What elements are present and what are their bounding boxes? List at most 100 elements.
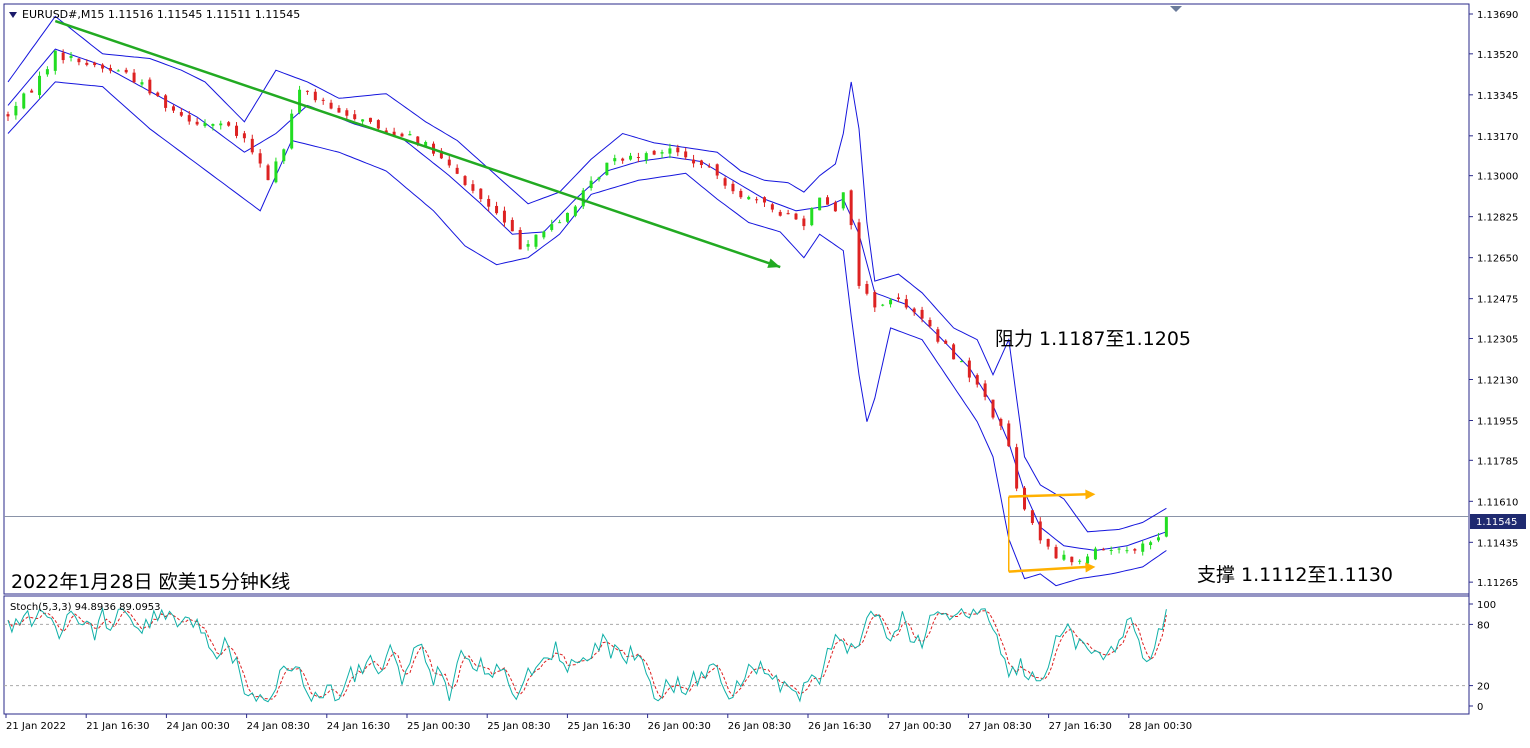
current-price-value: 1.11545 bbox=[1476, 517, 1517, 528]
candle-body bbox=[1125, 550, 1129, 552]
candle-body bbox=[731, 183, 735, 192]
candle-body bbox=[203, 122, 207, 127]
time-tick-label: 27 Jan 16:30 bbox=[1049, 721, 1112, 732]
candle-body bbox=[164, 95, 168, 108]
candle-body bbox=[361, 119, 365, 122]
candle-body bbox=[558, 222, 562, 224]
price-tick-label: 1.13000 bbox=[1477, 172, 1518, 183]
candle-body bbox=[132, 72, 136, 83]
candle-body bbox=[597, 177, 601, 180]
candle-body bbox=[550, 224, 554, 230]
candle-body bbox=[408, 133, 412, 136]
candle-body bbox=[1078, 560, 1082, 562]
stoch-panel-frame bbox=[3, 595, 1470, 715]
candle-body bbox=[400, 133, 404, 137]
candle-body bbox=[833, 202, 837, 212]
price-tick-label: 1.12825 bbox=[1477, 213, 1518, 224]
candle-body bbox=[944, 340, 948, 344]
time-tick-label: 21 Jan 2022 bbox=[6, 721, 66, 732]
candle-body bbox=[865, 283, 869, 294]
candle-body bbox=[45, 69, 49, 75]
candle-body bbox=[1101, 549, 1105, 551]
candle-body bbox=[534, 234, 538, 247]
candle-body bbox=[195, 121, 199, 125]
time-tick-label: 26 Jan 08:30 bbox=[728, 721, 791, 732]
time-tick-label: 27 Jan 00:30 bbox=[888, 721, 951, 732]
candle-body bbox=[849, 190, 853, 226]
candle-body bbox=[668, 148, 672, 154]
candle-body bbox=[495, 205, 499, 214]
candle-body bbox=[581, 190, 585, 207]
candle-body bbox=[376, 120, 380, 129]
candle-body bbox=[857, 222, 861, 286]
candle-body bbox=[321, 99, 325, 101]
candle-body bbox=[802, 218, 806, 227]
candle-body bbox=[699, 160, 703, 165]
candle-body bbox=[108, 67, 112, 71]
candle-body bbox=[518, 230, 522, 250]
candle-body bbox=[723, 178, 727, 186]
candle-body bbox=[313, 91, 317, 101]
candle-body bbox=[258, 153, 262, 164]
stoch-tick-label: 0 bbox=[1477, 702, 1483, 713]
candle-body bbox=[896, 297, 900, 299]
candle-body bbox=[1149, 542, 1153, 546]
candle-body bbox=[912, 308, 916, 313]
candle-body bbox=[1015, 447, 1019, 489]
time-tick-label: 25 Jan 08:30 bbox=[487, 721, 550, 732]
candle-body bbox=[140, 82, 144, 85]
candle-body bbox=[605, 162, 609, 175]
time-tick-label: 25 Jan 16:30 bbox=[567, 721, 630, 732]
chart-header: EURUSD#,M15 1.11516 1.11545 1.11511 1.11… bbox=[22, 8, 300, 21]
candle-body bbox=[479, 188, 483, 200]
candle-body bbox=[337, 107, 341, 113]
price-tick-label: 1.12130 bbox=[1477, 375, 1518, 386]
candle-body bbox=[999, 418, 1003, 426]
stoch-tick-label: 80 bbox=[1477, 620, 1490, 631]
candle-body bbox=[487, 198, 491, 207]
candle-body bbox=[920, 309, 924, 319]
candle-body bbox=[22, 93, 26, 109]
time-tick-label: 24 Jan 08:30 bbox=[247, 721, 310, 732]
candle-body bbox=[242, 133, 246, 139]
candle-body bbox=[1117, 548, 1121, 550]
candle-body bbox=[684, 151, 688, 158]
candle-body bbox=[652, 150, 656, 155]
price-tick-label: 1.12475 bbox=[1477, 295, 1518, 306]
candle-body bbox=[889, 299, 893, 305]
candle-body bbox=[873, 292, 877, 308]
candle-body bbox=[53, 50, 57, 71]
candle-body bbox=[881, 304, 885, 306]
main-chart-frame bbox=[3, 3, 1470, 595]
time-tick-label: 24 Jan 00:30 bbox=[166, 721, 229, 732]
candle-body bbox=[1023, 487, 1027, 510]
candle-body bbox=[266, 165, 270, 181]
candle-body bbox=[1062, 554, 1066, 560]
candle-body bbox=[715, 164, 719, 176]
candle-body bbox=[298, 89, 302, 113]
price-tick-label: 1.11610 bbox=[1477, 497, 1518, 508]
candle-body bbox=[770, 204, 774, 210]
candle-body bbox=[747, 196, 751, 200]
candle-body bbox=[1070, 556, 1074, 563]
stoch-header: Stoch(5,3,3) 94.8936 89.0953 bbox=[10, 602, 161, 613]
stoch-tick-label: 20 bbox=[1477, 682, 1490, 693]
candle-body bbox=[368, 117, 372, 122]
candle-body bbox=[61, 52, 65, 61]
price-tick-label: 1.11435 bbox=[1477, 538, 1518, 549]
candle-body bbox=[1054, 546, 1058, 559]
candle-body bbox=[471, 184, 475, 191]
candle-body bbox=[305, 90, 309, 92]
candle-body bbox=[6, 114, 10, 117]
candle-body bbox=[156, 92, 160, 97]
price-tick-label: 1.13690 bbox=[1477, 10, 1518, 21]
candle-body bbox=[329, 102, 333, 109]
candle-body bbox=[621, 158, 625, 161]
support-label: 支撑 1.1112至1.1130 bbox=[1197, 564, 1393, 586]
candle-body bbox=[975, 375, 979, 385]
candle-body bbox=[227, 122, 231, 126]
time-tick-label: 21 Jan 16:30 bbox=[86, 721, 149, 732]
candle-body bbox=[826, 197, 830, 205]
candle-body bbox=[778, 211, 782, 216]
candle-body bbox=[676, 147, 680, 153]
